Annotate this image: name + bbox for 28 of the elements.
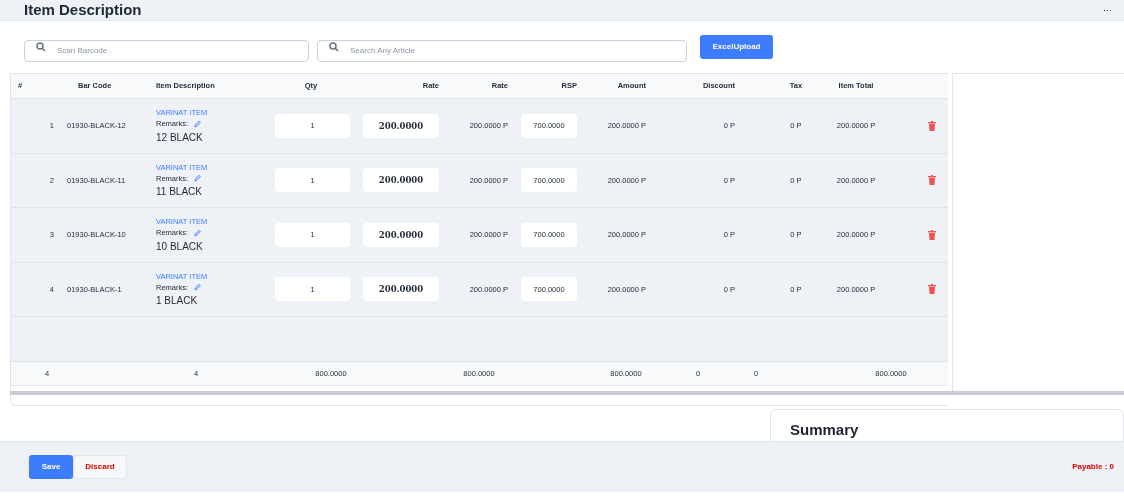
item-name: 1 BLACK: [156, 294, 199, 308]
rate-input[interactable]: 200.0000: [363, 168, 439, 193]
pencil-icon[interactable]: [194, 283, 202, 292]
trash-icon[interactable]: [928, 284, 936, 295]
trash-icon[interactable]: [928, 120, 936, 131]
item-name: 12 BLACK: [156, 130, 204, 145]
search-icon: [329, 42, 339, 52]
page-title: Item Description: [24, 0, 142, 20]
excel-upload-button[interactable]: ExcelUpload: [700, 35, 773, 59]
pencil-icon[interactable]: [194, 174, 202, 183]
pencil-icon[interactable]: [194, 228, 202, 237]
trash-icon[interactable]: [928, 175, 936, 186]
more-menu[interactable]: ···: [1103, 5, 1112, 15]
summary-title: Summary: [790, 421, 859, 438]
search-field[interactable]: Scan Barcode: [24, 39, 309, 62]
search-field[interactable]: Search Any Article: [317, 39, 687, 62]
pencil-icon[interactable]: [194, 119, 202, 128]
rate-input[interactable]: 200.0000: [363, 222, 439, 247]
search-icon: [36, 42, 46, 52]
discard-button[interactable]: Discard: [73, 455, 127, 479]
rate-input[interactable]: 200.0000: [363, 277, 439, 302]
item-name: 11 BLACK: [156, 185, 203, 199]
payable-amount: Payable : 0: [1072, 461, 1114, 473]
scrollbar[interactable]: [10, 391, 1124, 395]
trash-icon[interactable]: [928, 229, 936, 240]
item-name: 10 BLACK: [156, 239, 204, 254]
save-button[interactable]: Save: [29, 455, 73, 479]
rate-input[interactable]: 200.0000: [363, 113, 439, 138]
